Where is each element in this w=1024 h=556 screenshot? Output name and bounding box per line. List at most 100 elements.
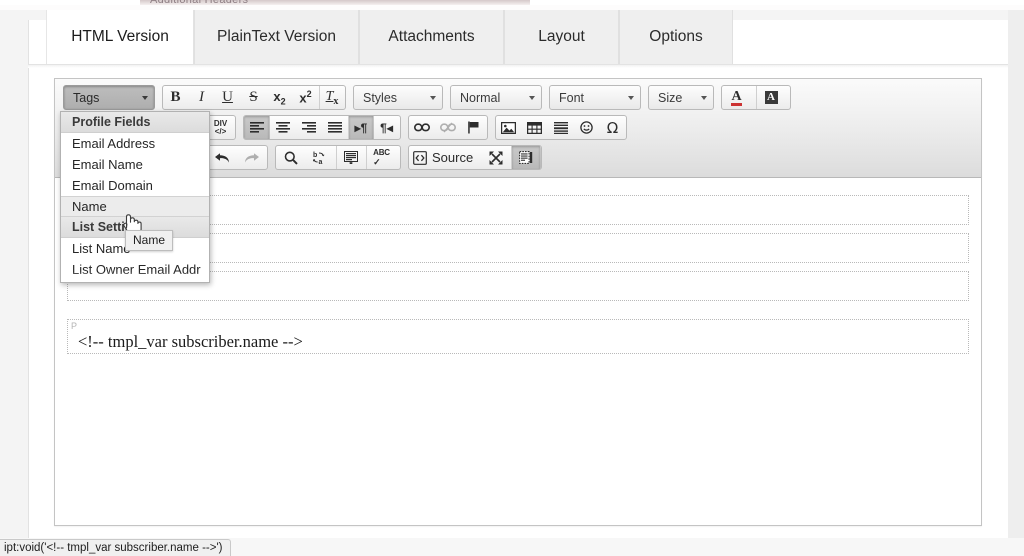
menu-item-label: Email Address — [72, 136, 156, 151]
svg-text:b: b — [313, 152, 317, 159]
tab-layout[interactable]: Layout — [504, 10, 619, 64]
underline-button[interactable]: U — [215, 86, 241, 109]
text-color-button[interactable]: A — [722, 86, 756, 109]
link-button[interactable] — [409, 116, 435, 139]
insert-image-button[interactable] — [496, 116, 522, 139]
top-partial-text: Additional Headers — [150, 0, 249, 6]
text-direction-rtl-button[interactable]: ¶◂ — [374, 116, 400, 139]
size-dropdown-label: Size — [658, 90, 683, 105]
strikethrough-button[interactable]: S — [241, 86, 267, 109]
tooltip: Name — [125, 230, 174, 251]
insert-horizontal-rule-button[interactable] — [548, 116, 574, 139]
paragraph-format-dropdown[interactable]: Normal — [450, 85, 542, 110]
spell-check-button[interactable]: ABC ✓ — [366, 146, 400, 169]
tab-label: Options — [649, 28, 703, 45]
search-icon — [284, 150, 298, 165]
horizontal-rule-icon — [553, 121, 568, 134]
menu-item-name[interactable]: Name — [61, 196, 209, 217]
source-icon — [413, 150, 427, 165]
replace-icon: ba — [312, 152, 324, 165]
tab-plaintext-version[interactable]: PlainText Version — [194, 10, 359, 64]
browser-status-bar: ipt:void('<!-- tmpl_var subscriber.name … — [0, 539, 231, 556]
maximize-button[interactable] — [481, 146, 511, 169]
text-format-group: B I U S x2 x2 Tx — [162, 85, 346, 110]
page-left-edge — [28, 20, 29, 538]
menu-item-label: Email Name — [72, 157, 143, 172]
tab-label: HTML Version — [71, 28, 169, 45]
styles-dropdown-label: Styles — [363, 90, 398, 105]
div-icon: DIV </> — [213, 118, 228, 136]
align-left-icon — [249, 122, 264, 133]
align-center-button[interactable] — [270, 116, 296, 139]
align-justify-button[interactable] — [322, 116, 348, 139]
chevron-down-icon — [701, 95, 707, 100]
bold-button[interactable]: B — [163, 86, 189, 109]
show-blocks-button[interactable] — [511, 146, 542, 169]
background-color-button[interactable]: A — [756, 86, 790, 109]
align-left-button[interactable] — [244, 116, 270, 139]
replace-button[interactable]: ba — [306, 146, 336, 169]
find-button[interactable] — [276, 146, 306, 169]
source-button[interactable]: Source — [409, 146, 481, 169]
anchor-button[interactable] — [461, 116, 487, 139]
page-top-sliver: Additional Headers — [0, 0, 1024, 10]
tab-bar-shadow — [28, 65, 1008, 68]
unlink-icon — [439, 122, 456, 133]
undo-button[interactable] — [207, 146, 237, 169]
menu-item-label: List Owner Email Addr — [72, 262, 201, 277]
menu-item-email-name[interactable]: Email Name — [61, 154, 209, 175]
font-dropdown-label: Font — [559, 90, 585, 105]
subscript-button[interactable]: x2 — [267, 86, 293, 109]
status-bar-text: ipt:void('<!-- tmpl_var subscriber.name … — [4, 542, 223, 554]
link-group — [408, 115, 488, 140]
flag-icon — [468, 121, 479, 134]
insert-special-character-button[interactable]: Ω — [600, 116, 626, 139]
tooltip-label: Name — [133, 233, 166, 247]
redo-button[interactable] — [237, 146, 267, 169]
tab-attachments[interactable]: Attachments — [359, 10, 504, 64]
italic-button[interactable]: I — [189, 86, 215, 109]
tags-dropdown-button[interactable]: Tags — [63, 85, 155, 110]
chevron-down-icon — [628, 95, 634, 100]
tags-dropdown-label: Tags — [73, 90, 100, 105]
tab-label: Attachments — [388, 28, 475, 45]
tags-dropdown-menu[interactable]: Profile Fields Email Address Email Name … — [60, 111, 210, 283]
chevron-down-icon — [430, 95, 436, 100]
block-tag-label: P — [71, 321, 78, 331]
div-group: DIV </> — [206, 115, 236, 140]
align-justify-icon — [327, 122, 342, 133]
text-color-icon: A — [731, 88, 742, 106]
tab-label: Layout — [538, 28, 585, 45]
content-paragraph-block[interactable]: P <!-- tmpl_var subscriber.name --> — [67, 319, 969, 354]
tab-html-version[interactable]: HTML Version — [46, 10, 194, 64]
insert-table-button[interactable] — [522, 116, 548, 139]
show-blocks-icon — [519, 151, 533, 164]
align-right-icon — [301, 122, 316, 133]
chevron-down-icon — [142, 95, 148, 100]
svg-text:a: a — [318, 159, 322, 165]
div-container-button[interactable]: DIV </> — [207, 116, 235, 139]
link-icon — [413, 123, 430, 132]
select-all-button[interactable] — [336, 146, 366, 169]
menu-item-email-address[interactable]: Email Address — [61, 133, 209, 154]
menu-item-label: Email Domain — [72, 178, 153, 193]
menu-item-list-owner-email-address[interactable]: List Owner Email Addr — [61, 259, 209, 280]
tab-options[interactable]: Options — [619, 10, 733, 64]
menu-item-email-domain[interactable]: Email Domain — [61, 175, 209, 196]
align-right-button[interactable] — [296, 116, 322, 139]
redo-icon — [244, 152, 259, 163]
toolbar-row-1: Tags B I U S x2 x2 Tx Styles Normal Font… — [59, 83, 977, 112]
paragraph-rtl-icon: ¶◂ — [380, 120, 393, 135]
insert-group: Ω — [495, 115, 627, 140]
menu-item-label: List Name — [72, 241, 131, 256]
styles-dropdown[interactable]: Styles — [353, 85, 443, 110]
font-dropdown[interactable]: Font — [549, 85, 641, 110]
superscript-button[interactable]: x2 — [293, 86, 319, 109]
source-button-label: Source — [432, 150, 474, 165]
text-direction-ltr-button[interactable]: ▸¶ — [348, 116, 374, 139]
insert-smiley-button[interactable] — [574, 116, 600, 139]
remove-format-button[interactable]: Tx — [319, 86, 345, 109]
template-variable-text: <!-- tmpl_var subscriber.name --> — [78, 332, 303, 351]
size-dropdown[interactable]: Size — [648, 85, 714, 110]
unlink-button[interactable] — [435, 116, 461, 139]
